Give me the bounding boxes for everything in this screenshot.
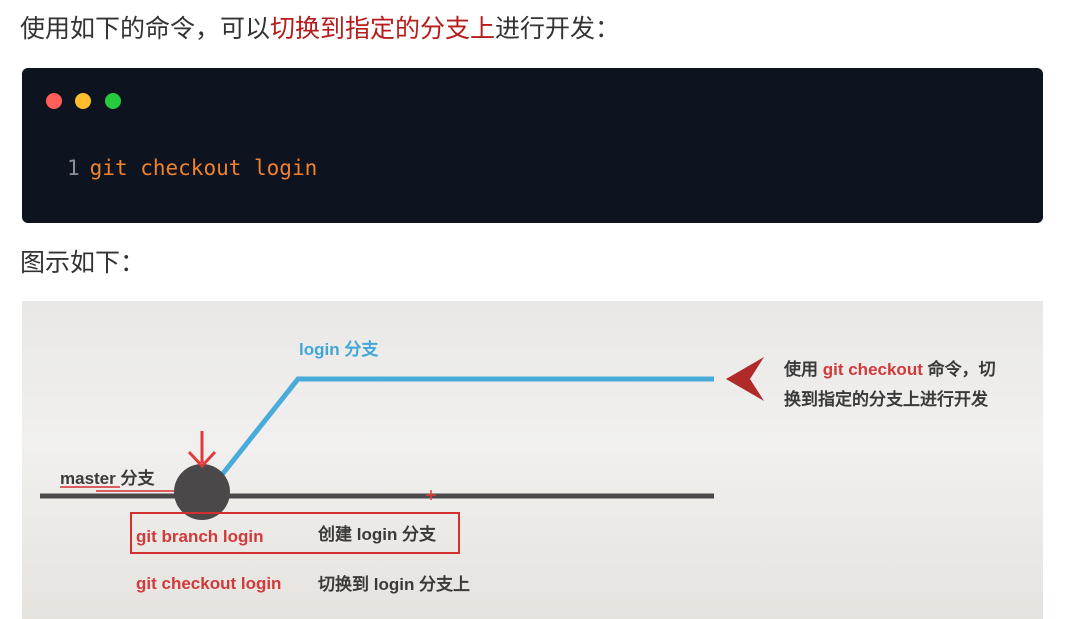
left-arrow-icon (726, 357, 764, 401)
line-number: 1 (67, 156, 80, 180)
branch-diagram: login 分支 使用 git checkout 命令，切 换到指定的分支上进行开… (22, 301, 1043, 619)
checkout-command: git checkout login (136, 574, 282, 593)
login-branch-line (215, 376, 714, 483)
login-branch-label: login 分支 (299, 340, 379, 359)
branch-description: 创建 login 分支 (318, 525, 437, 544)
intro-text-before: 使用如下的命令，可以 (20, 14, 271, 43)
window-maximize-dot (105, 93, 121, 109)
callout-text: 使用 git checkout 命令，切 换到指定的分支上进行开发 (784, 360, 996, 409)
down-arrow-icon (187, 431, 217, 469)
intro-text-after: 进行开发： (495, 14, 621, 43)
branch-command: git branch login (136, 527, 264, 546)
figure-caption: 图示如下： (20, 248, 146, 277)
code-block: 1 git checkout login (22, 68, 1043, 223)
intro-highlight: 切换到指定的分支上 (270, 14, 496, 43)
callout-command: git checkout (822, 360, 923, 379)
intro-paragraph: 使用如下的命令，可以切换到指定的分支上进行开发： (20, 12, 620, 46)
checkout-description: 切换到 login 分支上 (318, 575, 471, 594)
code-line: 1 git checkout login (67, 154, 317, 182)
master-branch-label: master 分支 (60, 469, 155, 488)
window-close-dot (46, 93, 62, 109)
window-minimize-dot (75, 93, 91, 109)
diagram-graphics (40, 357, 764, 520)
code-command: git checkout login (89, 156, 318, 180)
